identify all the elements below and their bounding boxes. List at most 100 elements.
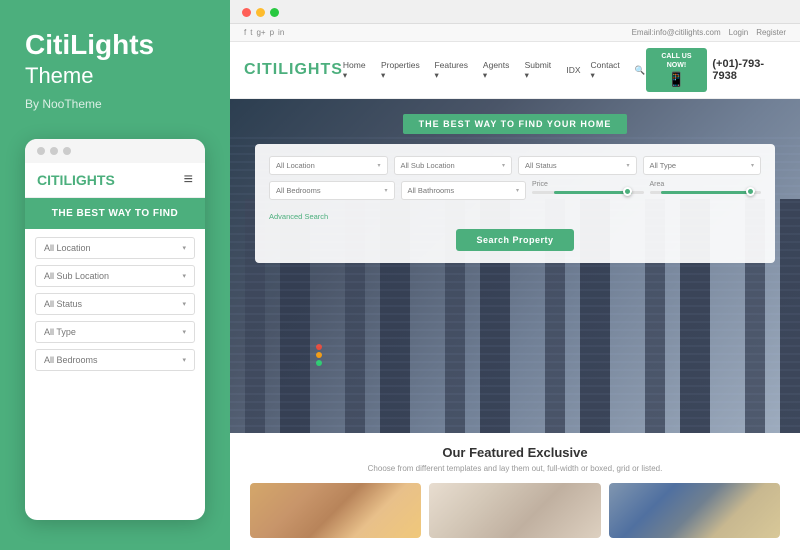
bathrooms-label: All Bathrooms — [408, 186, 455, 195]
nav-idx[interactable]: IDX — [566, 65, 580, 75]
login-link[interactable]: Login — [729, 28, 749, 37]
mobile-nav: CITILIGHTS ≡ — [25, 163, 205, 198]
bathrooms-select[interactable]: All Bathrooms ▾ — [401, 181, 527, 200]
type-arrow: ▾ — [751, 162, 754, 169]
status-label: All Status — [525, 161, 557, 170]
sublocation-select[interactable]: All Sub Location ▾ — [394, 156, 513, 175]
twitter-icon[interactable]: t — [250, 28, 252, 37]
linkedin-icon[interactable]: in — [278, 28, 284, 37]
type-select[interactable]: All Type ▾ — [643, 156, 762, 175]
logo-lights: LIGHTS — [278, 61, 343, 78]
site-logo: CITILIGHTS — [244, 61, 343, 79]
browser-dot-red — [242, 8, 251, 17]
price-slider[interactable] — [532, 191, 644, 194]
browser-dot-green — [270, 8, 279, 17]
nav-agents[interactable]: Agents ▾ — [483, 60, 515, 81]
sublocation-label: All Sub Location — [401, 161, 455, 170]
search-icon[interactable]: 🔍 — [635, 65, 646, 76]
desktop-site: f t g+ p in Email:info@citilights.com Lo… — [230, 24, 800, 550]
mobile-dropdown-arrow-2: ▾ — [182, 272, 186, 280]
nav-links: Home ▾ Properties ▾ Features ▾ Agents ▾ … — [343, 60, 646, 81]
utility-right: Email:info@citilights.com Login Register — [632, 28, 786, 37]
mobile-dropdown-arrow-3: ▾ — [182, 300, 186, 308]
bedrooms-arrow: ▾ — [384, 187, 387, 194]
bedrooms-select[interactable]: All Bedrooms ▾ — [269, 181, 395, 200]
mobile-chrome — [25, 139, 205, 163]
property-cards — [250, 483, 780, 538]
area-slider[interactable] — [650, 191, 762, 194]
area-range: Area — [650, 181, 762, 200]
property-card-1[interactable] — [250, 483, 421, 538]
phone-number: (+01)-793-7938 — [712, 58, 786, 82]
social-icons: f t g+ p in — [244, 28, 284, 37]
search-property-button[interactable]: Search Property — [456, 229, 573, 251]
hamburger-icon[interactable]: ≡ — [184, 171, 193, 189]
status-select[interactable]: All Status ▾ — [518, 156, 637, 175]
mobile-dropdown-arrow-4: ▾ — [182, 328, 186, 336]
nav-properties[interactable]: Properties ▾ — [381, 60, 424, 81]
mobile-dot-3 — [63, 147, 71, 155]
logo-citi: CITI — [244, 61, 278, 78]
property-card-image-3 — [609, 483, 780, 538]
mobile-field-status[interactable]: All Status ▾ — [35, 293, 195, 315]
right-panel: f t g+ p in Email:info@citilights.com Lo… — [230, 0, 800, 550]
brand-subtitle: Theme — [25, 63, 205, 89]
facebook-icon[interactable]: f — [244, 28, 246, 37]
property-card-image-1 — [250, 483, 421, 538]
brand-title: CitiLights — [25, 30, 205, 61]
area-fill — [661, 191, 756, 194]
property-card-image-2 — [429, 483, 600, 538]
mobile-logo-lights: LIGHTS — [63, 172, 114, 188]
price-range: Price — [532, 181, 644, 200]
mobile-logo-citi: CITI — [37, 172, 63, 188]
property-card-3[interactable] — [609, 483, 780, 538]
search-row-2: All Bedrooms ▾ All Bathrooms ▾ Price — [269, 181, 761, 200]
type-label: All Type — [650, 161, 677, 170]
browser-dot-yellow — [256, 8, 265, 17]
pinterest-icon[interactable]: p — [270, 28, 274, 37]
property-card-2[interactable] — [429, 483, 600, 538]
utility-bar: f t g+ p in Email:info@citilights.com Lo… — [230, 24, 800, 42]
price-thumb[interactable] — [623, 187, 632, 196]
nav-features[interactable]: Features ▾ — [434, 60, 472, 81]
mobile-field-type-label: All Type — [44, 327, 76, 337]
mobile-search-fields: All Location ▾ All Sub Location ▾ All St… — [25, 229, 205, 379]
call-label: CALL US NOW! — [652, 52, 702, 70]
mobile-field-bedrooms[interactable]: All Bedrooms ▾ — [35, 349, 195, 371]
nav-submit[interactable]: Submit ▾ — [525, 60, 557, 81]
left-panel: CitiLights Theme By NooTheme CITILIGHTS … — [0, 0, 230, 550]
featured-title: Our Featured Exclusive — [250, 445, 780, 460]
register-link[interactable]: Register — [756, 28, 786, 37]
mobile-field-sublocation-label: All Sub Location — [44, 271, 109, 281]
mobile-hero-banner: THE BEST WAY TO FIND — [25, 198, 205, 229]
main-nav: CITILIGHTS Home ▾ Properties ▾ Features … — [230, 42, 800, 99]
mobile-dropdown-arrow: ▾ — [182, 244, 186, 252]
location-arrow: ▾ — [377, 162, 380, 169]
mobile-field-sublocation[interactable]: All Sub Location ▾ — [35, 265, 195, 287]
traffic-light-green — [316, 360, 322, 366]
status-arrow: ▾ — [626, 162, 629, 169]
bedrooms-label: All Bedrooms — [276, 186, 321, 195]
mobile-mockup: CITILIGHTS ≡ THE BEST WAY TO FIND All Lo… — [25, 139, 205, 520]
mobile-field-status-label: All Status — [44, 299, 82, 309]
traffic-light-yellow — [316, 352, 322, 358]
mobile-field-location[interactable]: All Location ▾ — [35, 237, 195, 259]
mobile-field-location-label: All Location — [44, 243, 91, 253]
location-select[interactable]: All Location ▾ — [269, 156, 388, 175]
location-label: All Location — [276, 161, 315, 170]
traffic-light — [316, 344, 322, 366]
price-fill — [554, 191, 632, 194]
mobile-dot-1 — [37, 147, 45, 155]
traffic-light-red — [316, 344, 322, 350]
mobile-logo: CITILIGHTS — [37, 172, 115, 188]
nav-home[interactable]: Home ▾ — [343, 60, 371, 81]
email-link[interactable]: Email:info@citilights.com — [632, 28, 721, 37]
hero-tagline: THE BEST WAY TO FIND YOUR HOME — [403, 114, 628, 134]
search-box: All Location ▾ All Sub Location ▾ All St… — [255, 144, 775, 263]
area-thumb[interactable] — [746, 187, 755, 196]
advanced-search-link[interactable]: Advanced Search — [269, 212, 328, 221]
google-plus-icon[interactable]: g+ — [256, 28, 265, 37]
nav-contact[interactable]: Contact ▾ — [591, 60, 625, 81]
mobile-dot-2 — [50, 147, 58, 155]
mobile-field-type[interactable]: All Type ▾ — [35, 321, 195, 343]
